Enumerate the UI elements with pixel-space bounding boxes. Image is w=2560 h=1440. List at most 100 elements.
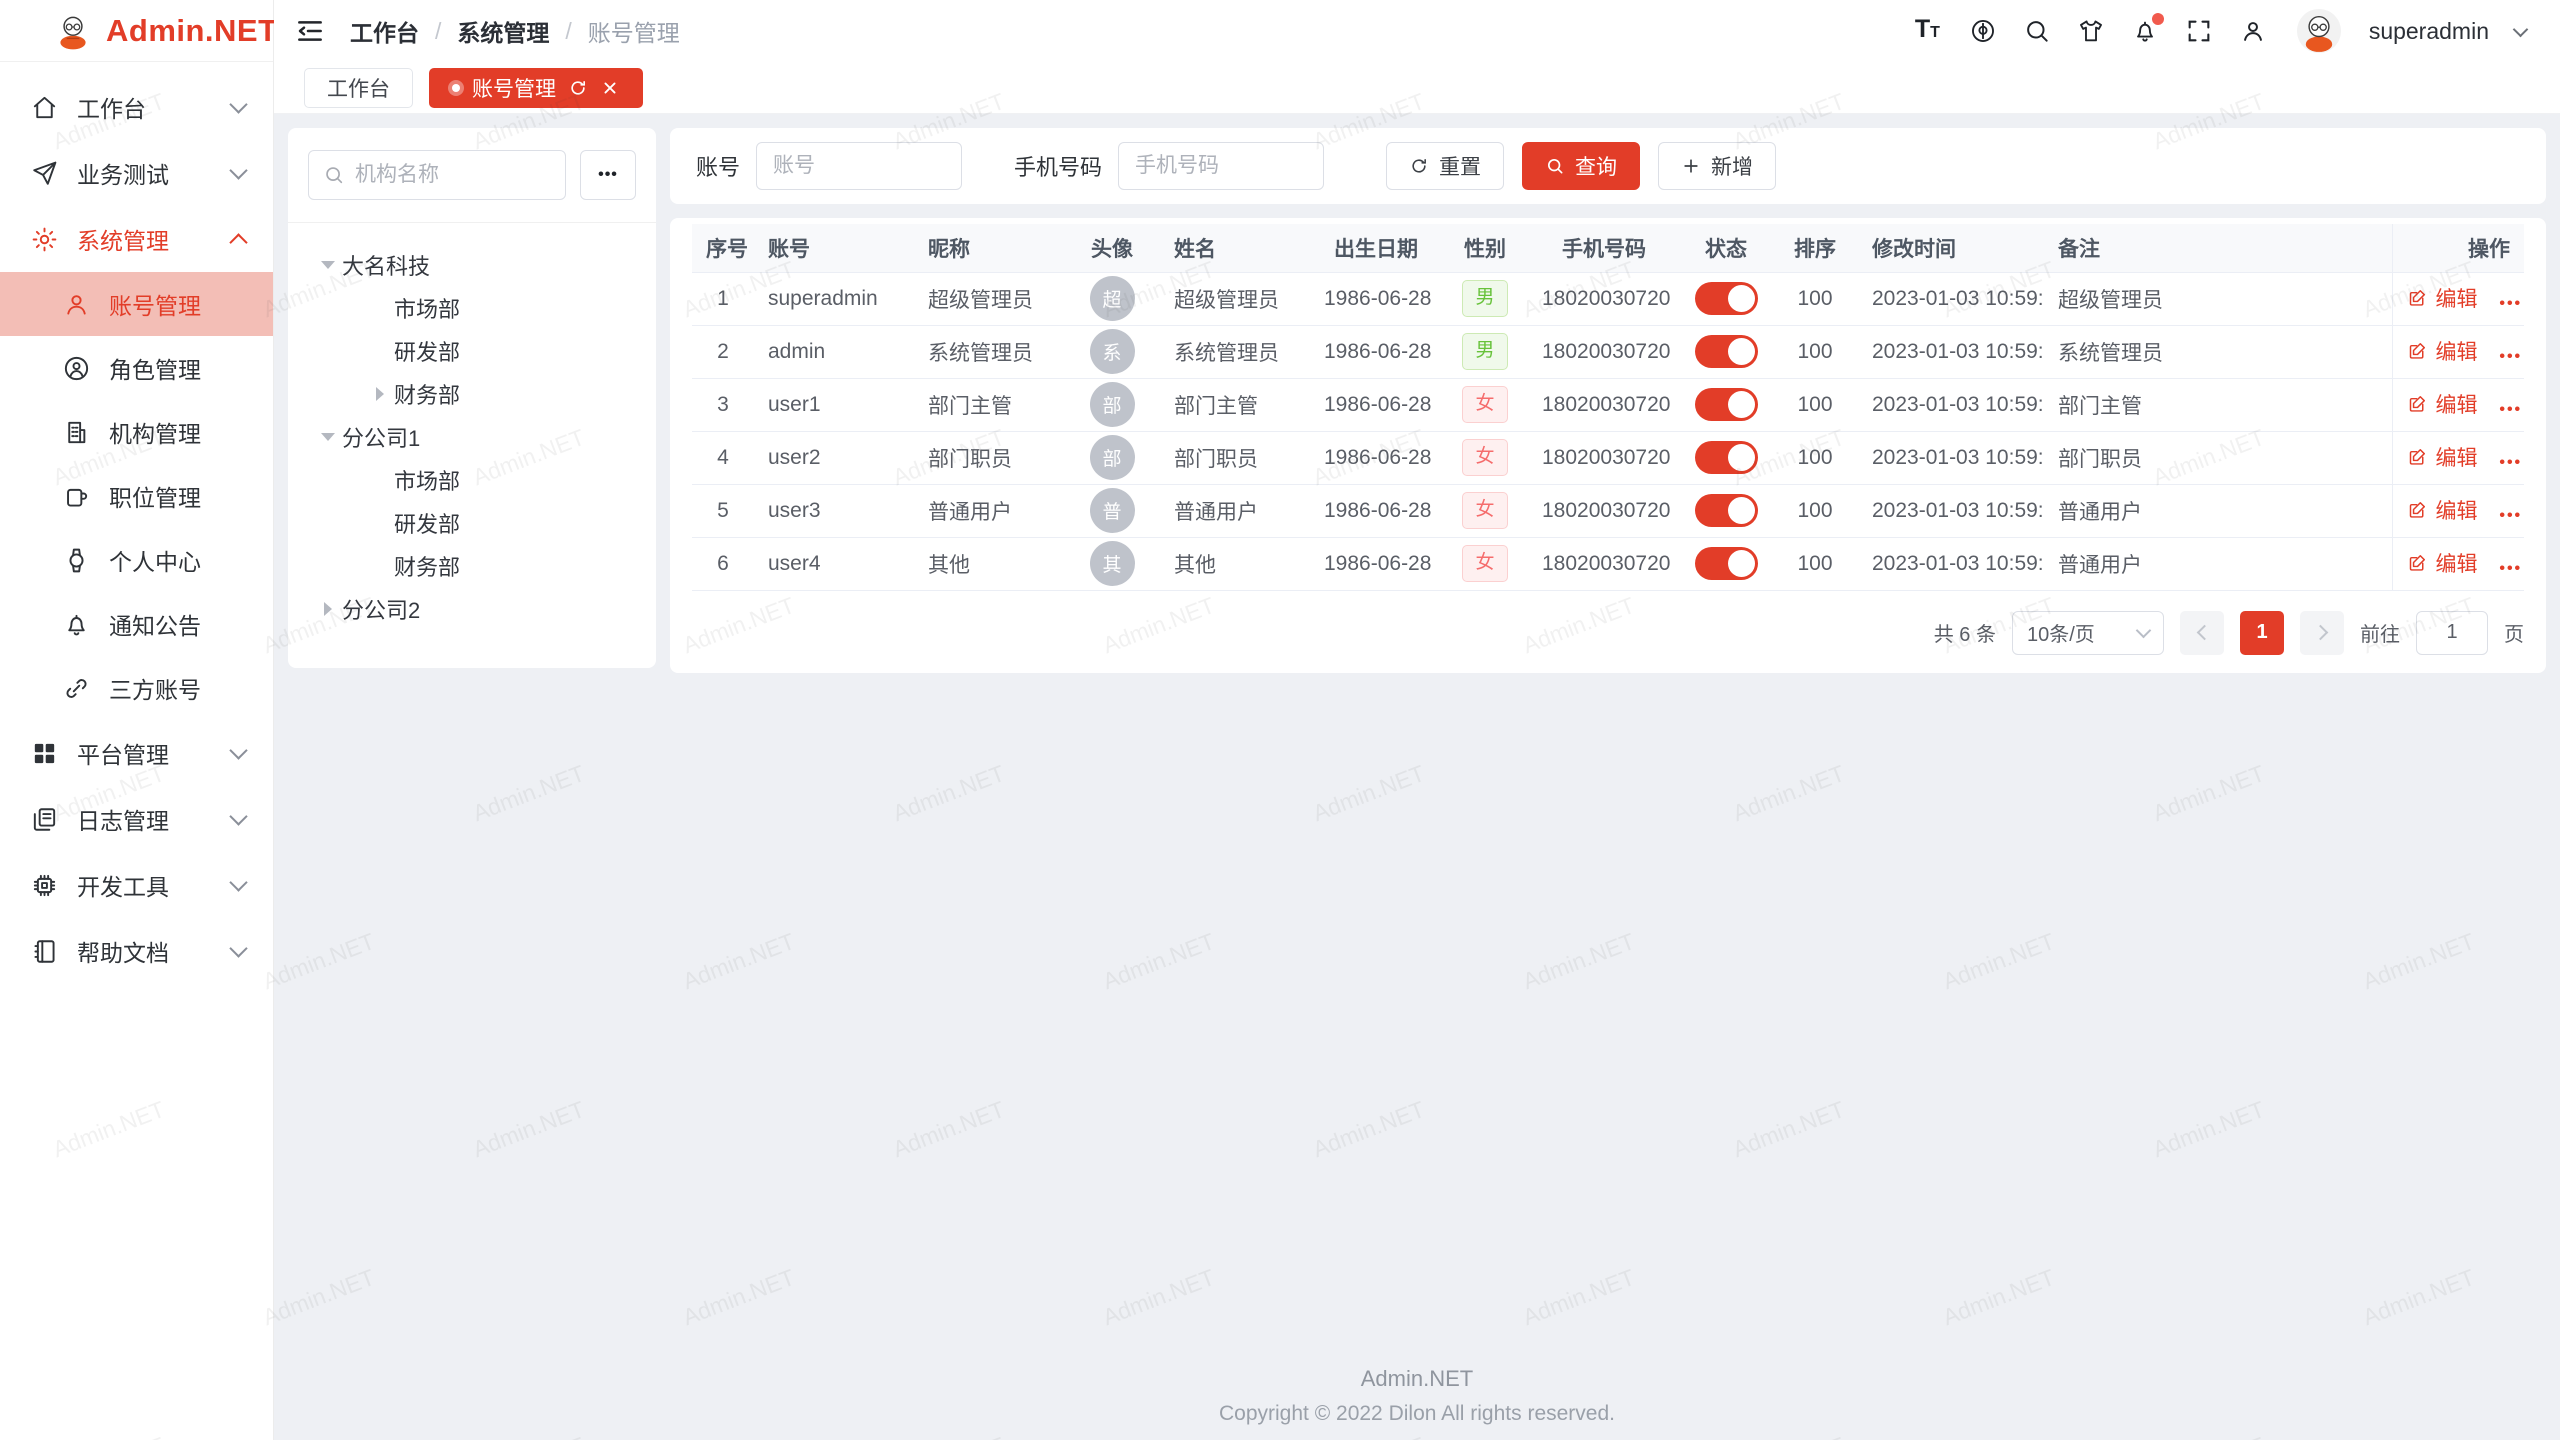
tree-node-label: 市场部 [394, 292, 460, 324]
user-name[interactable]: superadmin [2369, 18, 2489, 45]
phone-input[interactable] [1118, 142, 1324, 190]
sidebar-subitem-label: 个人中心 [109, 543, 201, 577]
filter-bar: 账号 手机号码 重置 [670, 128, 2546, 204]
goto-label: 前往 [2360, 618, 2400, 647]
tree-node[interactable]: 大名科技 [308, 243, 636, 286]
breadcrumb-item[interactable]: 系统管理 [457, 14, 549, 48]
more-actions-button[interactable]: ••• [2499, 348, 2522, 365]
menu-fold-icon[interactable] [294, 15, 326, 47]
font-size-icon[interactable]: TT [1915, 17, 1943, 45]
tree-node[interactable]: 财务部 [308, 372, 636, 415]
logo-mascot-icon [52, 10, 94, 52]
sidebar-subitem-third-party-account[interactable]: 三方账号 [0, 656, 273, 720]
cpu-icon [30, 871, 59, 900]
tabbar: 工作台 账号管理 [274, 62, 2560, 114]
sidebar-item-dev-tools[interactable]: 开发工具 [0, 852, 273, 918]
more-actions-button[interactable]: ••• [2499, 401, 2522, 418]
table-body: 1 superadmin 超级管理员 超 超级管理员 1986-06-28 男 … [692, 272, 2524, 590]
cell-phone: 18020030720 [1528, 537, 1680, 590]
edit-button[interactable]: 编辑 [2407, 495, 2478, 525]
tree-node[interactable]: 研发部 [308, 329, 636, 372]
col-gender: 性别 [1442, 224, 1528, 272]
sidebar-subitem-role-mgmt[interactable]: 角色管理 [0, 336, 273, 400]
org-search-input[interactable] [355, 163, 551, 187]
more-actions-button[interactable]: ••• [2499, 507, 2522, 524]
sidebar-item-business-test[interactable]: 业务测试 [0, 140, 273, 206]
sidebar-item-log-mgmt[interactable]: 日志管理 [0, 786, 273, 852]
sidebar-subitem-profile-center[interactable]: 个人中心 [0, 528, 273, 592]
query-button[interactable]: 查询 [1522, 142, 1640, 190]
add-button[interactable]: 新增 [1658, 142, 1776, 190]
edit-pencil-icon [2407, 499, 2428, 520]
tree-node[interactable]: 财务部 [308, 544, 636, 587]
cell-remark: 部门职员 [2044, 431, 2392, 484]
page-size-select[interactable]: 10条/页 [2012, 611, 2164, 655]
next-page-button[interactable] [2300, 611, 2344, 655]
prev-page-button[interactable] [2180, 611, 2224, 655]
avatar: 其 [1090, 541, 1135, 586]
cell-birth-date: 1986-06-28 [1310, 378, 1442, 431]
page-number-button[interactable]: 1 [2240, 611, 2284, 655]
toggle-knob [1728, 285, 1755, 312]
chevron-left-icon [2196, 625, 2212, 641]
sidebar-item-platform-mgmt[interactable]: 平台管理 [0, 720, 273, 786]
status-toggle[interactable] [1695, 547, 1758, 580]
edit-button[interactable]: 编辑 [2407, 336, 2478, 366]
gender-badge: 男 [1462, 333, 1507, 370]
tree-node[interactable]: 分公司2 [308, 587, 636, 630]
refresh-icon[interactable] [568, 78, 588, 98]
status-toggle[interactable] [1695, 388, 1758, 421]
edit-label: 编辑 [2436, 548, 2478, 578]
sidebar-item-workbench[interactable]: 工作台 [0, 74, 273, 140]
sidebar-item-system-mgmt[interactable]: 系统管理 [0, 206, 273, 272]
tree-node-label: 研发部 [394, 507, 460, 539]
cell-name: 其他 [1160, 537, 1310, 590]
status-toggle[interactable] [1695, 494, 1758, 527]
fullscreen-icon[interactable] [2185, 17, 2213, 45]
sidebar-subitem-position-mgmt[interactable]: 职位管理 [0, 464, 273, 528]
table-row: 2 admin 系统管理员 系 系统管理员 1986-06-28 男 18020… [692, 325, 2524, 378]
edit-button[interactable]: 编辑 [2407, 442, 2478, 472]
status-toggle[interactable] [1695, 282, 1758, 315]
more-actions-button[interactable]: ••• [2499, 454, 2522, 471]
gender-badge: 女 [1462, 386, 1507, 423]
close-icon[interactable] [600, 78, 620, 98]
tree-node[interactable]: 市场部 [308, 286, 636, 329]
sidebar-subitem-org-mgmt[interactable]: 机构管理 [0, 400, 273, 464]
tree-node[interactable]: 分公司1 [308, 415, 636, 458]
org-more-button[interactable]: ••• [580, 150, 636, 200]
tab-account-mgmt[interactable]: 账号管理 [429, 68, 643, 108]
status-toggle[interactable] [1695, 441, 1758, 474]
sidebar-item-help-docs[interactable]: 帮助文档 [0, 918, 273, 984]
edit-button[interactable]: 编辑 [2407, 389, 2478, 419]
reset-button[interactable]: 重置 [1386, 142, 1504, 190]
accounts-table: 序号 账号 昵称 头像 姓名 出生日期 性别 手机号码 状态 排序 修改时间 [692, 224, 2524, 591]
account-input[interactable] [756, 142, 962, 190]
goto-page-input[interactable] [2416, 611, 2488, 655]
chevron-down-icon [229, 161, 247, 179]
tab-workbench[interactable]: 工作台 [304, 68, 413, 108]
cell-account: user1 [754, 378, 914, 431]
toggle-knob [1728, 550, 1755, 577]
cell-nickname: 部门职员 [914, 431, 1064, 484]
chevron-down-icon [229, 741, 247, 759]
bell-icon[interactable] [2131, 17, 2159, 45]
edit-button[interactable]: 编辑 [2407, 548, 2478, 578]
user-avatar[interactable] [2297, 9, 2341, 53]
more-actions-button[interactable]: ••• [2499, 560, 2522, 577]
breadcrumb-item[interactable]: 工作台 [350, 14, 419, 48]
tree-node[interactable]: 研发部 [308, 501, 636, 544]
org-search-box[interactable] [308, 150, 566, 200]
user-icon[interactable] [2239, 17, 2267, 45]
edit-button[interactable]: 编辑 [2407, 283, 2478, 313]
search-icon[interactable] [2023, 17, 2051, 45]
more-actions-button[interactable]: ••• [2499, 295, 2522, 312]
sidebar-subitem-notice[interactable]: 通知公告 [0, 592, 273, 656]
theme-icon[interactable] [2077, 17, 2105, 45]
language-icon[interactable] [1969, 17, 1997, 45]
tree-node[interactable]: 市场部 [308, 458, 636, 501]
col-actions: 操作 [2392, 224, 2524, 272]
sidebar-subitem-account-mgmt[interactable]: 账号管理 [0, 272, 273, 336]
bell-icon [62, 610, 91, 639]
status-toggle[interactable] [1695, 335, 1758, 368]
